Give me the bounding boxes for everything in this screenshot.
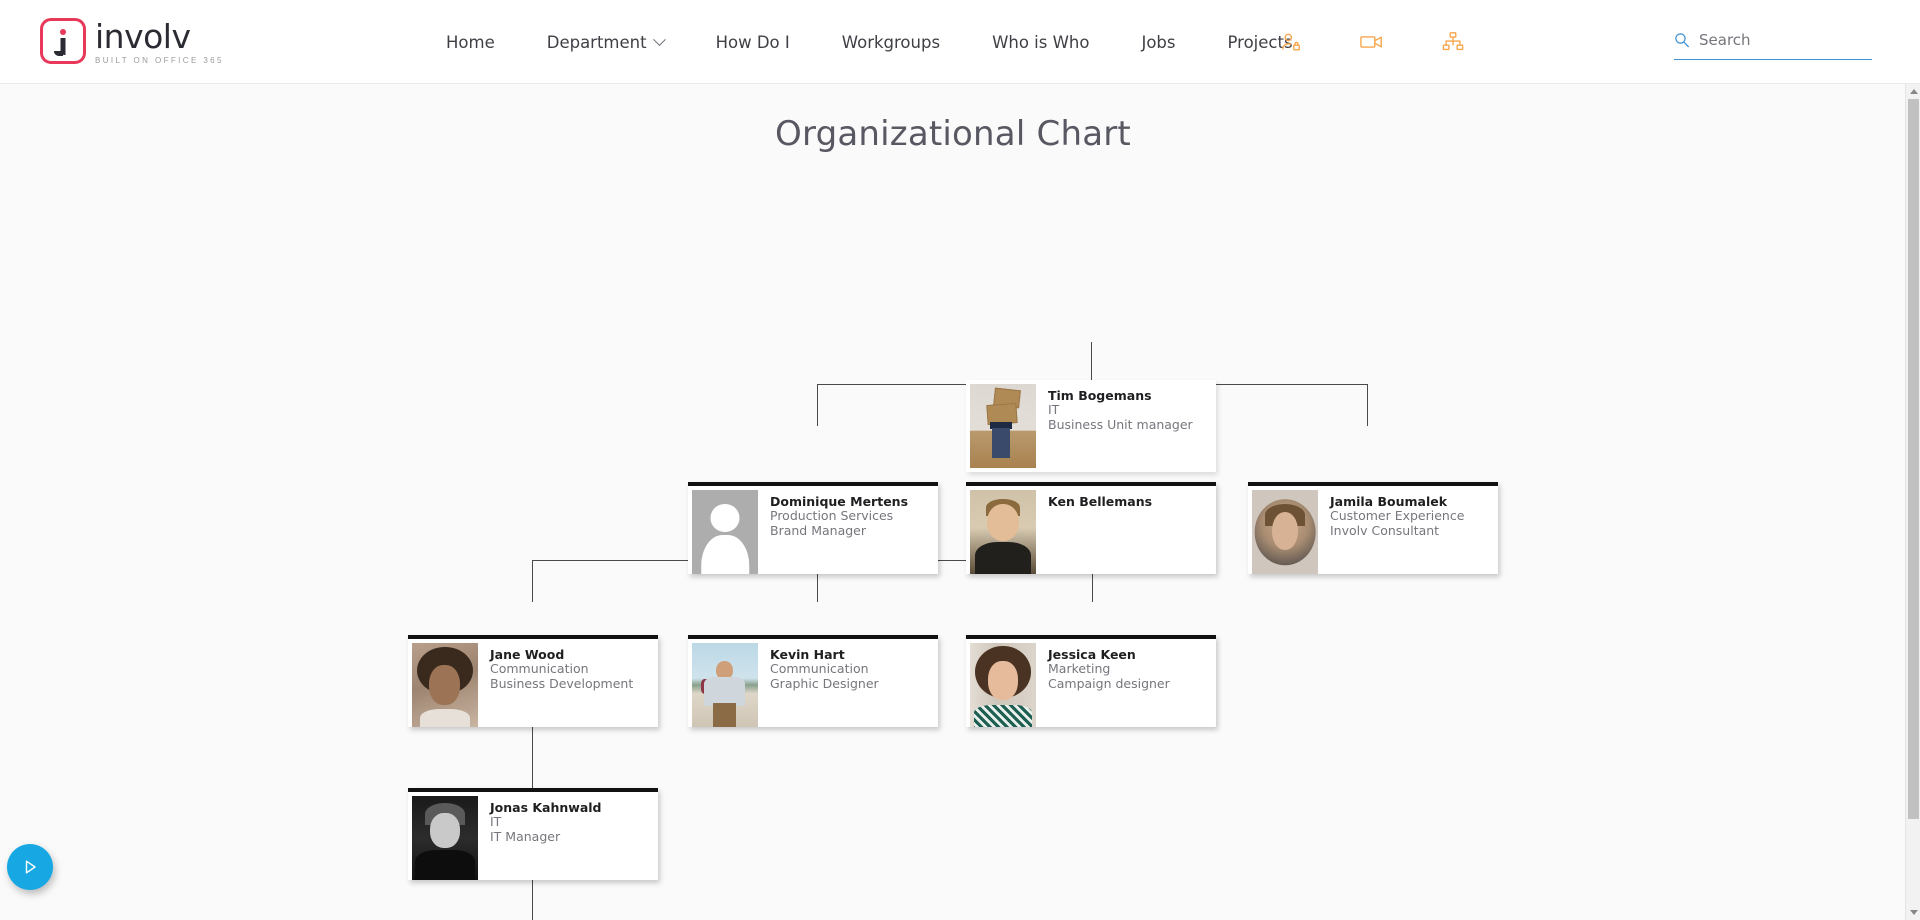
play-icon	[20, 857, 40, 877]
scroll-up-arrow-icon[interactable]	[1906, 84, 1920, 99]
header-icon-group	[1280, 0, 1464, 84]
org-node-jamila[interactable]: Jamila Boumalek Customer Experience Invo…	[1248, 482, 1498, 574]
node-role: IT Manager	[490, 830, 602, 845]
scrollbar-thumb[interactable]	[1908, 99, 1919, 819]
site-header: involv BUILT ON OFFICE 365 Home Departme…	[0, 0, 1920, 84]
nav-item-jobs[interactable]: Jobs	[1115, 33, 1201, 52]
nav-item-home[interactable]: Home	[420, 33, 521, 52]
node-name: Jamila Boumalek	[1330, 494, 1464, 509]
page-title: Organizational Chart	[0, 114, 1906, 154]
logo-wordmark: involv	[95, 20, 224, 53]
node-photo	[1252, 490, 1318, 574]
org-node-jonas[interactable]: Jonas Kahnwald IT IT Manager	[408, 788, 658, 880]
node-name: Jane Wood	[490, 647, 633, 662]
node-photo	[970, 643, 1036, 727]
connector-to-jamila	[1367, 384, 1368, 426]
node-photo	[412, 643, 478, 727]
node-photo	[692, 490, 758, 574]
node-role: Brand Manager	[770, 524, 908, 539]
node-photo	[692, 643, 758, 727]
nav-item-department[interactable]: Department	[521, 33, 690, 52]
org-node-ken[interactable]: Ken Bellemans	[966, 482, 1216, 574]
node-role: Business Development	[490, 677, 633, 692]
org-node-jane[interactable]: Jane Wood Communication Business Develop…	[408, 635, 658, 727]
connector-to-jane	[532, 560, 533, 602]
nav-item-workgroups[interactable]: Workgroups	[816, 33, 966, 52]
nav-label: Jobs	[1141, 33, 1175, 52]
connector-jonas-to-mike	[532, 874, 533, 920]
node-department: Communication	[490, 662, 633, 677]
node-department: Communication	[770, 662, 879, 677]
node-photo	[970, 490, 1036, 574]
node-name: Kevin Hart	[770, 647, 879, 662]
nav-item-how-do-i[interactable]: How Do I	[690, 33, 816, 52]
node-department: IT	[1048, 403, 1193, 418]
org-node-kevin[interactable]: Kevin Hart Communication Graphic Designe…	[688, 635, 938, 727]
chevron-down-icon	[653, 33, 666, 46]
org-node-dominique[interactable]: Dominique Mertens Production Services Br…	[688, 482, 938, 574]
node-role: Campaign designer	[1048, 677, 1170, 692]
node-name: Ken Bellemans	[1048, 494, 1152, 509]
scroll-down-arrow-icon[interactable]	[1906, 905, 1920, 920]
search-icon	[1674, 32, 1690, 48]
vertical-scrollbar[interactable]	[1905, 84, 1920, 920]
org-node-tim[interactable]: Tim Bogemans IT Business Unit manager	[966, 380, 1216, 472]
node-department: Marketing	[1048, 662, 1170, 677]
connector-to-dominique	[817, 384, 818, 426]
node-department: Customer Experience	[1330, 509, 1464, 524]
search-box[interactable]	[1674, 24, 1872, 60]
node-role: Graphic Designer	[770, 677, 879, 692]
node-role: Business Unit manager	[1048, 418, 1193, 433]
org-chart: Tim Bogemans IT Business Unit manager Do…	[0, 154, 1906, 854]
node-name: Dominique Mertens	[770, 494, 908, 509]
node-name: Jessica Keen	[1048, 647, 1170, 662]
placeholder-avatar-icon	[692, 490, 758, 574]
nav-item-who-is-who[interactable]: Who is Who	[966, 33, 1115, 52]
nav-label: Department	[547, 33, 647, 52]
involv-logo[interactable]: involv BUILT ON OFFICE 365	[40, 18, 224, 65]
logo-tagline: BUILT ON OFFICE 365	[95, 56, 224, 65]
logo-mark-icon	[40, 18, 86, 64]
connector-tim-down	[1091, 342, 1092, 384]
node-department: Production Services	[770, 509, 908, 524]
node-name: Tim Bogemans	[1048, 388, 1193, 403]
nav-label: How Do I	[716, 33, 790, 52]
org-node-jessica[interactable]: Jessica Keen Marketing Campaign designer	[966, 635, 1216, 727]
node-name: Jonas Kahnwald	[490, 800, 602, 815]
nav-label: Workgroups	[842, 33, 940, 52]
nav-label: Home	[446, 33, 495, 52]
nav-label: Who is Who	[992, 33, 1089, 52]
search-input[interactable]	[1699, 31, 1859, 49]
video-camera-icon[interactable]	[1360, 31, 1384, 53]
user-permissions-icon[interactable]	[1280, 31, 1302, 53]
node-role: Involv Consultant	[1330, 524, 1464, 539]
org-chart-icon[interactable]	[1442, 31, 1464, 53]
node-photo	[412, 796, 478, 880]
node-photo	[970, 384, 1036, 468]
node-department: IT	[490, 815, 602, 830]
play-button[interactable]	[7, 844, 53, 890]
page-content: Organizational Chart Tim Bogemans IT Bus…	[0, 84, 1906, 920]
main-navigation: Home Department How Do I Workgroups Who …	[420, 0, 1319, 84]
